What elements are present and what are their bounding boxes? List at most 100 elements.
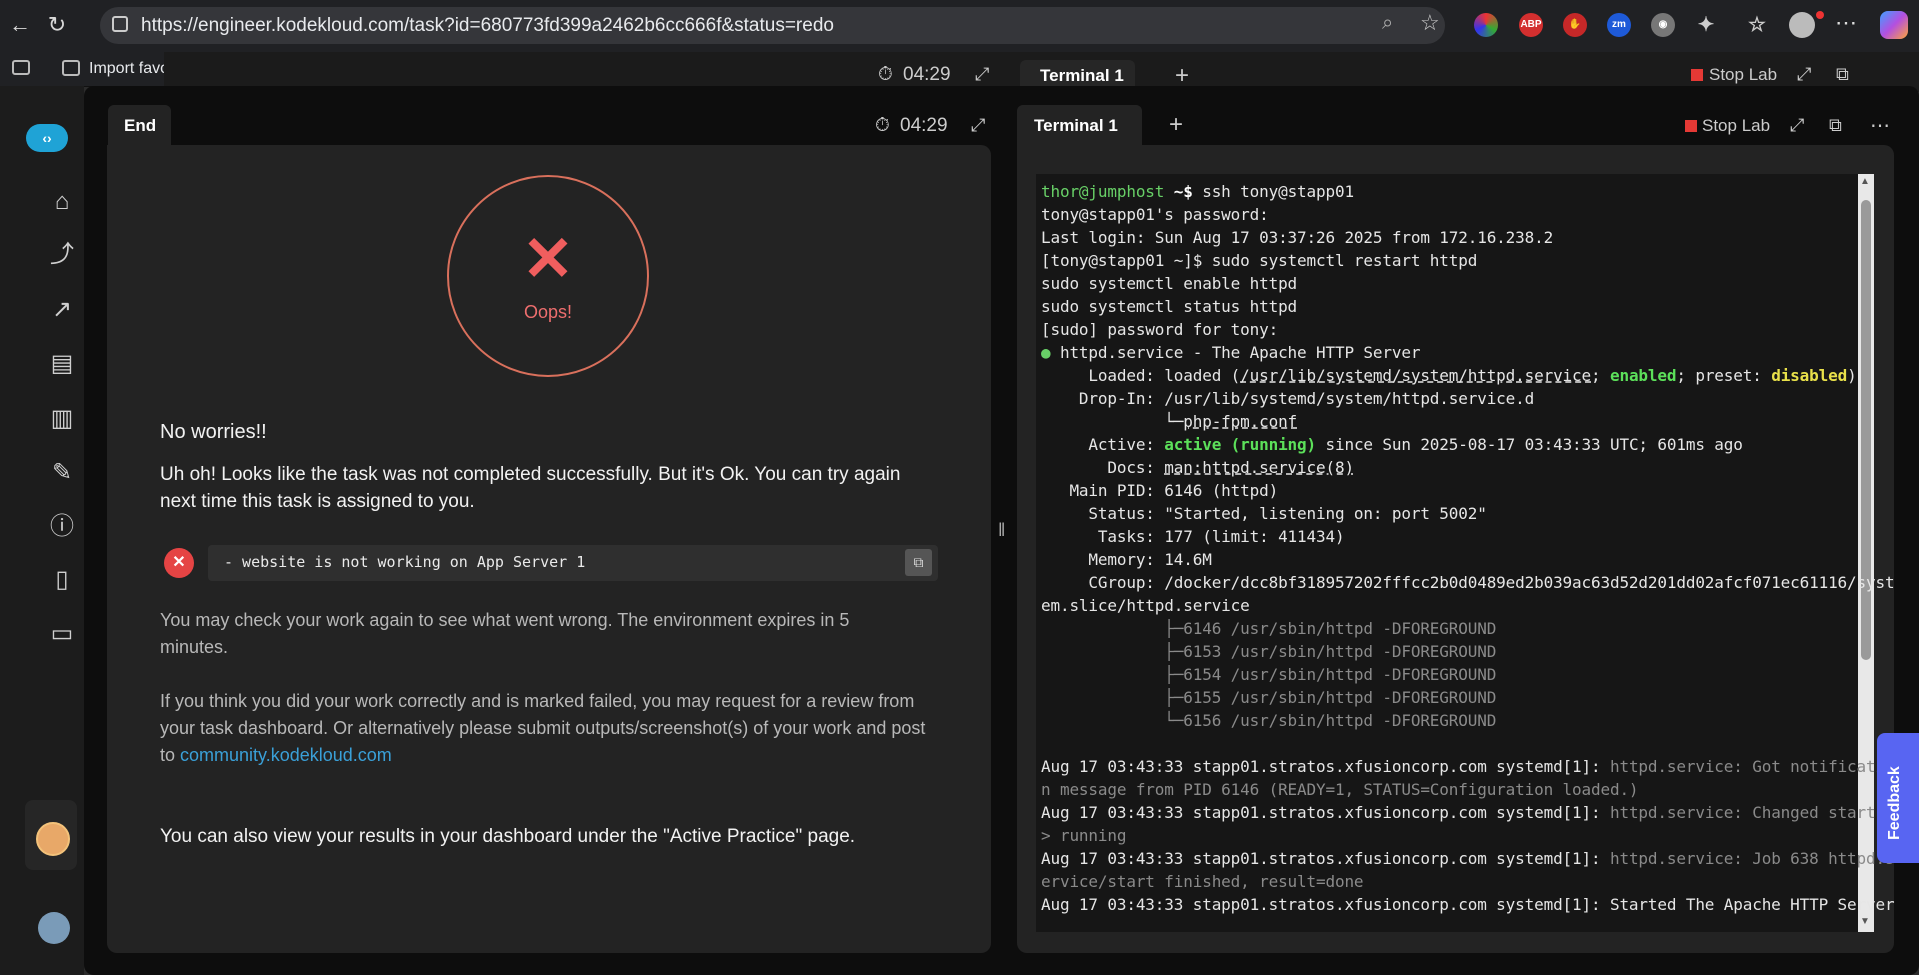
header-stop-lab[interactable]: Stop Lab <box>1709 65 1777 85</box>
timer-icon: ⏱ <box>875 115 890 136</box>
terminal-line: Tasks: 177 (limit: 411434) <box>1041 527 1345 546</box>
terminal-line: > running <box>1041 826 1127 845</box>
scroll-up-icon[interactable]: ▲ <box>1860 176 1870 187</box>
header-popout-icon[interactable]: ⧉ <box>1836 64 1849 85</box>
extension-colorful-icon[interactable] <box>1474 13 1498 37</box>
journal-msg: httpd.service: Changed start - <box>1609 803 1895 822</box>
unit-path: /usr/lib/systemd/system/httpd.service <box>1240 366 1592 385</box>
terminal-line: Aug 17 03:43:33 stapp01.stratos.xfusionc… <box>1041 895 1895 914</box>
enabled-state: enabled <box>1609 366 1677 385</box>
terminal-line: sudo systemctl enable httpd <box>1041 274 1298 293</box>
left-timer: 04:29 <box>900 115 948 136</box>
more-menu-icon[interactable]: ⋯ <box>1835 10 1857 36</box>
terminal-fullscreen-icon[interactable]: ⤢ <box>1790 115 1804 136</box>
terminal-tab-label: Terminal 1 <box>1034 116 1118 135</box>
notes-icon[interactable]: ✎ <box>47 458 77 488</box>
active-label: Active: <box>1041 435 1165 454</box>
collections-icon[interactable]: ☆ <box>1745 13 1769 37</box>
result-intro: Uh oh! Looks like the task was not compl… <box>160 464 901 512</box>
copilot-icon[interactable] <box>1880 11 1908 39</box>
sep: ; <box>1591 366 1610 385</box>
terminal-line: Drop-In: /usr/lib/systemd/system/httpd.s… <box>1041 389 1535 408</box>
zoom-icon[interactable]: ⌕ <box>1382 12 1393 35</box>
journal-msg: httpd.service: Got notificatio <box>1609 757 1895 776</box>
terminal-line: ervice/start finished, result=done <box>1041 872 1364 891</box>
back-icon[interactable]: ← <box>6 11 34 39</box>
info-icon[interactable]: ⓘ <box>47 512 77 542</box>
error-icon: ✕ <box>164 548 194 578</box>
terminal-line: └─php-fpm.conf <box>1041 412 1297 431</box>
progress-icon[interactable]: ↗ <box>47 295 77 325</box>
terminal-line: Memory: 14.6M <box>1041 550 1212 569</box>
journal-prefix: Aug 17 03:43:33 stapp01.stratos.xfusionc… <box>1041 757 1610 776</box>
scroll-down-icon[interactable]: ▼ <box>1860 916 1870 927</box>
roadmap-icon[interactable]: ⤴ <box>47 240 77 270</box>
active-since: since Sun 2025-08-17 03:43:33 UTC; 601ms… <box>1316 435 1743 454</box>
terminal-line: sudo systemctl status httpd <box>1041 297 1298 316</box>
terminal-line: Main PID: 6146 (httpd) <box>1041 481 1279 500</box>
terminal-line: Aug 17 03:43:33 stapp01.stratos.xfusionc… <box>1041 803 1895 822</box>
service-title: httpd.service - The Apache HTTP Server <box>1050 343 1421 362</box>
terminal-line: Aug 17 03:43:33 stapp01.stratos.xfusionc… <box>1041 849 1895 868</box>
community-link[interactable]: community.kodekloud.com <box>180 745 392 765</box>
active-state: active (running) <box>1164 435 1317 454</box>
mascot-avatar[interactable] <box>36 822 70 856</box>
terminal-line: em.slice/httpd.service <box>1041 596 1250 615</box>
left-expand-icon[interactable]: ⤢ <box>971 115 985 136</box>
dashboard-text: You can also view your results in your d… <box>160 826 856 847</box>
check-again-text: You may check your work again to see wha… <box>160 610 850 657</box>
terminal-line: n message from PID 6146 (READY=1, STATUS… <box>1041 780 1639 799</box>
terminal-line: Aug 17 03:43:33 stapp01.stratos.xfusionc… <box>1041 757 1895 776</box>
copy-icon[interactable]: ⧉ <box>905 549 932 576</box>
site-info-icon[interactable] <box>112 16 128 32</box>
terminal-line: Active: active (running) since Sun 2025-… <box>1041 435 1743 454</box>
review-text: If you think you did your work correctly… <box>160 688 940 769</box>
leaderboard-icon[interactable]: ▥ <box>47 404 77 434</box>
reload-icon[interactable]: ↻ <box>43 11 71 39</box>
feedback-label: Feedback <box>1886 766 1903 840</box>
home-icon[interactable]: ⌂ <box>47 187 77 217</box>
book-icon[interactable]: ▯ <box>47 565 77 595</box>
url-text[interactable]: https://engineer.kodekloud.com/task?id=6… <box>141 15 834 37</box>
adblock-icon[interactable]: ABP <box>1519 13 1543 37</box>
header-terminal-label: Terminal 1 <box>1040 66 1124 85</box>
header-timer-icon: ⏱ <box>878 64 893 85</box>
camera-extension-icon[interactable]: ◉ <box>1651 13 1675 37</box>
end-tab-label: End <box>124 116 157 135</box>
tree-branch: └─ <box>1041 412 1184 431</box>
kodekloud-logo-icon[interactable]: ‹› <box>26 124 68 152</box>
resize-handle[interactable]: ‖ <box>998 520 1005 541</box>
courses-icon[interactable]: ▤ <box>47 349 77 379</box>
journal-msg: httpd.service: Job 638 httpd.s <box>1609 849 1895 868</box>
profile-avatar[interactable] <box>1789 12 1815 38</box>
stop-lab-button[interactable]: Stop Lab <box>1702 116 1770 136</box>
sidebar-toggle-icon[interactable] <box>12 60 30 75</box>
terminal-line: Docs: man:httpd.service(8) <box>1041 458 1354 477</box>
terminal-popout-icon[interactable]: ⧉ <box>1829 115 1842 136</box>
hand-extension-icon[interactable]: ✋ <box>1563 13 1587 37</box>
cmd-ssh: ssh tony@stapp01 <box>1192 182 1354 201</box>
stop-lab-icon <box>1685 120 1697 132</box>
result-heading: No worries!! <box>160 421 267 443</box>
user-avatar[interactable] <box>38 912 70 944</box>
close-paren: ) <box>1847 366 1857 385</box>
header-expand-icon[interactable]: ⤢ <box>975 64 989 85</box>
terminal-menu-icon[interactable]: ⋯ <box>1870 113 1890 138</box>
terminal-line: tony@stapp01's password: <box>1041 205 1269 224</box>
chat-icon[interactable]: ▭ <box>47 619 77 649</box>
add-terminal-icon[interactable]: + <box>1169 111 1183 139</box>
terminal-line: ├─6153 /usr/sbin/httpd -DFOREGROUND <box>1041 642 1497 661</box>
journal-prefix: Aug 17 03:43:33 stapp01.stratos.xfusionc… <box>1041 849 1610 868</box>
terminal-line: └─6156 /usr/sbin/httpd -DFOREGROUND <box>1041 711 1497 730</box>
extensions-puzzle-icon[interactable]: ✦ <box>1694 13 1718 37</box>
preset-state: disabled <box>1771 366 1848 385</box>
header-timer: 04:29 <box>903 64 951 85</box>
terminal-line: Status: "Started, listening on: port 500… <box>1041 504 1487 523</box>
zoom-extension-icon[interactable]: zm <box>1607 13 1631 37</box>
favorite-star-icon[interactable]: ☆ <box>1420 10 1440 36</box>
header-fullscreen-icon[interactable]: ⤢ <box>1797 64 1811 85</box>
journal-prefix: Aug 17 03:43:33 stapp01.stratos.xfusionc… <box>1041 803 1610 822</box>
terminal-line: [sudo] password for tony: <box>1041 320 1279 339</box>
terminal-line: Loaded: loaded (/usr/lib/systemd/system/… <box>1041 366 1857 385</box>
prompt-path: ~$ <box>1164 182 1193 201</box>
